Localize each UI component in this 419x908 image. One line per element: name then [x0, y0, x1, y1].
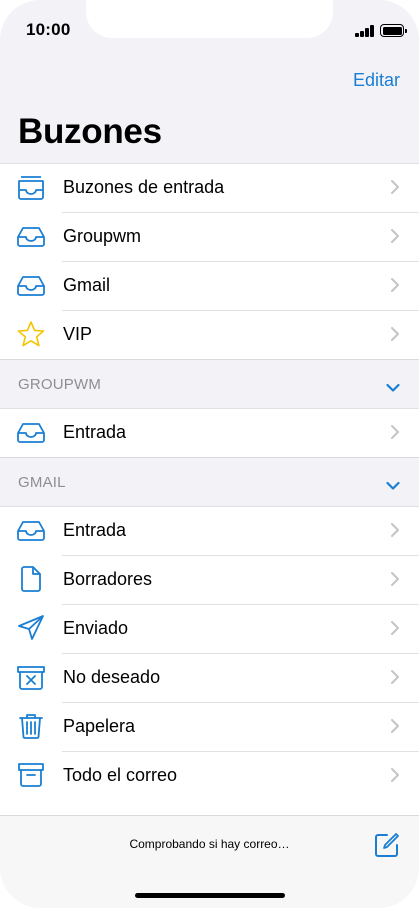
- mailbox-row-gmail-borradores[interactable]: Borradores: [0, 555, 419, 604]
- mailbox-row-groupwm-entrada[interactable]: Entrada: [0, 408, 419, 457]
- mailbox-row-gmail-no-deseado[interactable]: No deseado: [0, 653, 419, 702]
- mailbox-label: Gmail: [63, 275, 111, 295]
- account-section-groupwm[interactable]: GROUPWM: [0, 359, 419, 408]
- mailbox-label: Enviado: [63, 618, 129, 638]
- junk-icon: [16, 663, 46, 691]
- mailbox-row-buzones-de-entrada[interactable]: Buzones de entrada: [0, 163, 419, 212]
- chevron-right-icon: [390, 718, 400, 734]
- document-icon: [16, 565, 46, 593]
- mailbox-label: VIP: [63, 324, 93, 344]
- inbox-icon: [16, 222, 46, 250]
- mailbox-label: Entrada: [63, 422, 127, 442]
- mailbox-label: Borradores: [63, 569, 153, 589]
- mailbox-label: Groupwm: [63, 226, 142, 246]
- chevron-down-icon[interactable]: [386, 478, 400, 490]
- chevron-down-icon[interactable]: [386, 380, 400, 392]
- mailbox-label: Buzones de entrada: [63, 177, 225, 197]
- account-section-gmail[interactable]: GMAIL: [0, 457, 419, 506]
- mailbox-label: Papelera: [63, 716, 136, 736]
- inboxes-icon: [16, 173, 46, 201]
- mailbox-label: No deseado: [63, 667, 161, 687]
- page-title: Buzones: [18, 112, 162, 151]
- inbox-icon: [16, 271, 46, 299]
- mailbox-label: Todo el correo: [63, 765, 178, 785]
- mailbox-row-groupwm[interactable]: Groupwm: [0, 212, 419, 261]
- section-title: GROUPWM: [18, 376, 102, 393]
- section-title: GMAIL: [18, 474, 66, 491]
- mail-screen: 10:00 Editar Buzones Buzones de entrada G…: [0, 0, 419, 908]
- cellular-signal-icon: [355, 25, 375, 37]
- device-notch: [86, 0, 333, 38]
- battery-icon: [380, 24, 407, 37]
- chevron-right-icon: [390, 228, 400, 244]
- chevron-right-icon: [390, 277, 400, 293]
- sync-status-text: Comprobando si hay correo…: [129, 837, 290, 851]
- mailbox-row-vip[interactable]: VIP: [0, 310, 419, 359]
- mailbox-row-gmail-enviado[interactable]: Enviado: [0, 604, 419, 653]
- chevron-right-icon: [390, 179, 400, 195]
- inbox-icon: [16, 516, 46, 544]
- chevron-right-icon: [390, 767, 400, 783]
- star-icon: [16, 320, 46, 348]
- archive-icon: [16, 761, 46, 789]
- mailbox-row-gmail[interactable]: Gmail: [0, 261, 419, 310]
- trash-icon: [16, 712, 46, 740]
- chevron-right-icon: [390, 571, 400, 587]
- mailbox-row-gmail-entrada[interactable]: Entrada: [0, 506, 419, 555]
- chevron-right-icon: [390, 620, 400, 636]
- chevron-right-icon: [390, 522, 400, 538]
- mailbox-label: Entrada: [63, 520, 127, 540]
- edit-button[interactable]: Editar: [353, 70, 400, 91]
- mailbox-list: Buzones de entrada Groupwm Gmail VIP GROUPWM…: [0, 163, 419, 800]
- mailbox-row-gmail-todo-el-correo[interactable]: Todo el correo: [0, 751, 419, 800]
- inbox-icon: [16, 418, 46, 446]
- paper-plane-icon: [16, 614, 46, 642]
- chevron-right-icon: [390, 424, 400, 440]
- compose-icon[interactable]: [374, 832, 400, 858]
- mailbox-row-gmail-papelera[interactable]: Papelera: [0, 702, 419, 751]
- chevron-right-icon: [390, 669, 400, 685]
- home-indicator: [135, 893, 285, 898]
- status-time: 10:00: [26, 20, 71, 39]
- chevron-right-icon: [390, 326, 400, 342]
